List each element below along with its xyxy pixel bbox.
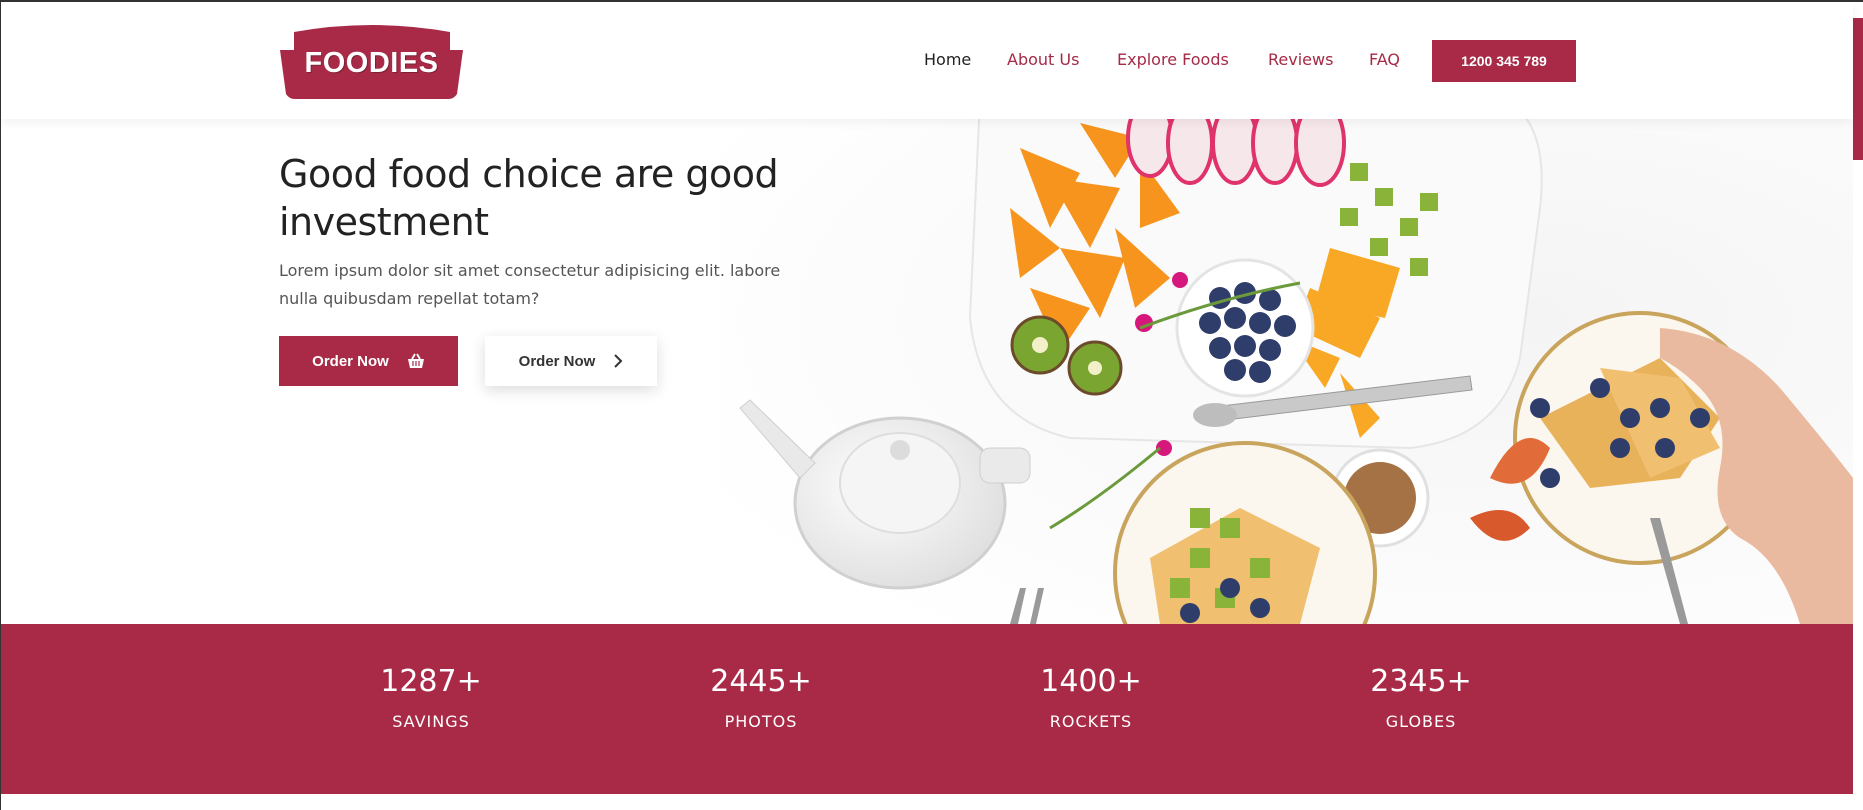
stat-value: 1400+ xyxy=(1040,664,1142,699)
hero-description: Lorem ipsum dolor sit amet consectetur a… xyxy=(279,261,781,308)
scroll-indicator[interactable] xyxy=(1853,18,1863,160)
site-header: FOODIES Home About Us Explore Foods Revi… xyxy=(1,2,1853,119)
phone-button[interactable]: 1200 345 789 xyxy=(1432,40,1576,82)
nav-item-home[interactable]: Home xyxy=(924,50,971,69)
order-now-button-primary[interactable]: Order Now xyxy=(279,336,458,386)
stat-photos: 2445+ PHOTOS xyxy=(661,624,861,731)
stat-value: 1287+ xyxy=(380,664,482,699)
nav-item-faq[interactable]: FAQ xyxy=(1369,50,1400,69)
chevron-right-icon xyxy=(613,354,623,368)
order-now-button-secondary[interactable]: Order Now xyxy=(485,336,657,386)
hero-title: Good food choice are good investment xyxy=(279,152,779,244)
stat-label: PHOTOS xyxy=(724,712,798,731)
order-now-label: Order Now xyxy=(518,352,596,370)
hero-food-image xyxy=(720,118,1853,624)
stat-label: GLOBES xyxy=(1385,712,1457,731)
site-logo[interactable]: FOODIES xyxy=(280,24,463,99)
nav-item-reviews[interactable]: Reviews xyxy=(1268,50,1333,69)
stat-label: SAVINGS xyxy=(392,712,470,731)
basket-icon xyxy=(407,353,425,369)
stat-value: 2445+ xyxy=(710,664,812,699)
nav-item-explore-foods[interactable]: Explore Foods xyxy=(1117,50,1229,69)
logo-text: FOODIES xyxy=(304,47,439,79)
stat-value: 2345+ xyxy=(1370,664,1472,699)
stats-band: 1287+ SAVINGS 2445+ PHOTOS 1400+ ROCKETS… xyxy=(1,624,1853,794)
stat-globes: 2345+ GLOBES xyxy=(1321,624,1521,731)
order-now-label: Order Now xyxy=(312,352,389,370)
stat-savings: 1287+ SAVINGS xyxy=(331,624,531,731)
stat-label: ROCKETS xyxy=(1049,712,1133,731)
nav-item-about-us[interactable]: About Us xyxy=(1007,50,1079,69)
stat-rockets: 1400+ ROCKETS xyxy=(991,624,1191,731)
